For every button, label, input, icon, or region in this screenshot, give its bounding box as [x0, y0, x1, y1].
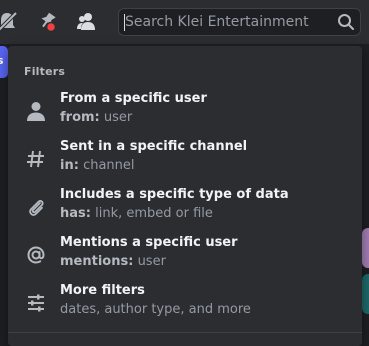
filter-hint: dates, author type, and more — [60, 302, 251, 317]
channel-header — [0, 0, 369, 44]
filter-title: From a specific user — [60, 91, 207, 106]
sliders-icon — [25, 292, 47, 314]
person-icon — [25, 100, 47, 122]
members-icon[interactable] — [74, 9, 100, 35]
filter-key: has: — [60, 206, 91, 221]
search-filters-popout: Filters From a specific user from: user … — [8, 46, 362, 346]
filter-value: link, embed or file — [95, 206, 213, 221]
partial-server-badge: s — [0, 46, 8, 78]
search-bar[interactable] — [118, 8, 361, 36]
filter-title: Sent in a specific channel — [60, 139, 248, 154]
pin-icon[interactable] — [34, 9, 60, 35]
badge-text: s — [0, 54, 4, 67]
filter-more[interactable]: More filters dates, author type, and mor… — [16, 281, 354, 325]
filter-hint: has: link, embed or file — [60, 206, 213, 221]
search-input[interactable] — [125, 9, 330, 35]
mute-bell-icon[interactable] — [0, 9, 20, 35]
filter-value: dates, author type, and more — [60, 302, 251, 317]
filter-from-user[interactable]: From a specific user from: user — [16, 89, 354, 133]
filter-key: in: — [60, 158, 79, 173]
filters-heading: Filters — [24, 65, 66, 78]
divider — [8, 332, 362, 333]
search-icon — [338, 14, 354, 30]
filter-value: channel — [83, 158, 135, 173]
filter-key: from: — [60, 110, 100, 125]
notification-dot — [45, 21, 57, 33]
partial-avatar — [362, 228, 369, 268]
paperclip-icon — [25, 196, 47, 218]
filter-title: Includes a specific type of data — [60, 187, 289, 202]
filter-hint: mentions: user — [60, 254, 166, 269]
partial-avatar — [362, 274, 369, 314]
filter-title: More filters — [60, 283, 145, 298]
filter-hint: from: user — [60, 110, 132, 125]
filter-value: user — [137, 254, 166, 269]
filter-has-data[interactable]: Includes a specific type of data has: li… — [16, 185, 354, 229]
filter-hint: in: channel — [60, 158, 135, 173]
filter-title: Mentions a specific user — [60, 235, 238, 250]
hash-icon — [25, 148, 47, 170]
filter-key: mentions: — [60, 254, 134, 269]
at-icon — [25, 244, 47, 266]
filter-in-channel[interactable]: Sent in a specific channel in: channel — [16, 137, 354, 181]
filter-value: user — [103, 110, 133, 125]
filter-mentions-user[interactable]: Mentions a specific user mentions: user — [16, 233, 354, 277]
